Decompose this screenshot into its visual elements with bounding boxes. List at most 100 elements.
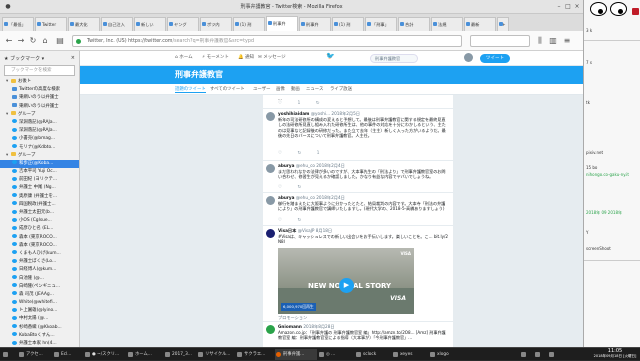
bookmark-item[interactable]: 弁護士ぼくさ(Lo... xyxy=(0,258,79,266)
taskbar-item[interactable]: ホーム... xyxy=(127,349,163,360)
browser-tab[interactable]: 自己注入 xyxy=(101,17,133,31)
bookmark-item[interactable]: Twitterの高度な検索 xyxy=(0,86,79,94)
tweet-button[interactable]: ツイート xyxy=(480,54,510,63)
sidebar-header[interactable]: ★ ブックマーク ▾ × xyxy=(0,51,79,63)
promoted-tweet[interactable]: Visa日本 @VisaJP 8月18日 #Visaは、キャッシュレスでの新しい… xyxy=(263,226,453,322)
browser-tab[interactable]: 「刑事」 xyxy=(365,17,397,31)
taskbar-item[interactable]: 2017_3... xyxy=(164,349,196,360)
browser-tab[interactable]: 最新 xyxy=(464,17,496,31)
tab-images[interactable]: 画像 xyxy=(276,86,285,92)
bookmark-item[interactable]: 中村太陽 (@... xyxy=(0,315,79,323)
bookmark-item[interactable]: 東網いのう以弁護士 xyxy=(0,94,79,102)
bookmark-item[interactable]: White(@whitefi... xyxy=(0,299,79,307)
bookmark-item[interactable]: くまも人ひげ(kum... xyxy=(0,250,79,258)
tab-live[interactable]: ライブ放送 xyxy=(330,86,352,92)
twitter-logo-icon[interactable]: 🐦 xyxy=(326,52,335,60)
reload-button[interactable]: ↻ xyxy=(28,36,38,46)
library-icon[interactable]: ⫼ xyxy=(535,36,545,46)
bookmark-folder[interactable]: ▾ お後ト xyxy=(0,78,79,86)
browser-tab[interactable]: 新しい xyxy=(134,17,166,31)
bookmark-item[interactable]: 森本 (東京ROCO... xyxy=(0,234,79,242)
avatar[interactable] xyxy=(266,229,275,238)
video-player[interactable]: VISA NEW NORMAL STORY ▶ VISA 6,000,970回再… xyxy=(278,248,414,314)
browser-tab[interactable]: 法規 xyxy=(431,17,463,31)
bookmark-item[interactable]: KobaBtoくすん... xyxy=(0,332,79,340)
maximize-button[interactable]: □ xyxy=(564,3,572,11)
browser-tab[interactable]: 刑事弁 xyxy=(299,17,331,31)
taskbar-item-firefox[interactable]: 刑事弁護... xyxy=(275,349,317,360)
browser-tab[interactable]: ヤング xyxy=(167,17,199,31)
bookmark-item[interactable]: 吉本平司 Yuji Oc... xyxy=(0,168,79,176)
taskbar-item[interactable]: アクセ... xyxy=(18,349,52,360)
taskbar-item[interactable]: リサイクル... xyxy=(197,349,235,360)
clock[interactable]: 11:05 2018年09月18日 [火曜日] xyxy=(590,348,640,361)
taskbar-item[interactable]: サクラエ... xyxy=(236,349,274,360)
bookmark-item[interactable]: 小書売(@bmag... xyxy=(0,135,79,143)
start-menu-icon[interactable] xyxy=(2,349,16,360)
bookmark-item[interactable]: 深淵落記(@RAJa... xyxy=(0,119,79,127)
title-bar[interactable]: 刑事弁護教官 - Twitter検索 - Mozilla Firefox ● –… xyxy=(0,0,583,14)
forward-button[interactable]: → xyxy=(16,36,26,46)
tab-latest[interactable]: すべてのツイート xyxy=(210,86,245,92)
bookmarks-sidebar-icon[interactable]: ▤ xyxy=(55,36,65,46)
close-sidebar-icon[interactable]: × xyxy=(71,55,75,61)
avatar[interactable] xyxy=(266,196,275,205)
browser-tab[interactable]: 最大化 xyxy=(68,17,100,31)
tray-volume-icon[interactable] xyxy=(534,349,546,360)
browser-tab[interactable]: (1) 刑 xyxy=(233,17,265,31)
tab-users[interactable]: ユーザー xyxy=(253,86,270,92)
nav-home[interactable]: ⌂ ホーム xyxy=(175,54,193,60)
browser-tab[interactable]: 合計 xyxy=(398,17,430,31)
tweet-actions[interactable]: ♡ ↻ 1 xyxy=(278,151,327,156)
sidebar-toggle-icon[interactable]: ▥ xyxy=(548,36,558,46)
tray-keyboard-icon[interactable] xyxy=(548,349,560,360)
tweet-actions[interactable]: ♡ 1 ↻ xyxy=(278,101,327,106)
taskbar-item[interactable]: sclock xyxy=(355,349,391,360)
bookmark-item[interactable]: 前田紀 (ヨリクテ... xyxy=(0,176,79,184)
taskbar-item[interactable]: xeyes xyxy=(392,349,428,360)
play-icon[interactable]: ▶ xyxy=(339,278,354,293)
tweet[interactable]: Gniomann 2018年8月28日 Amazon.co.jp：「刑事弁護の … xyxy=(263,322,453,347)
taskbar-item[interactable]: ● ~/スクリ... xyxy=(84,349,126,360)
tweet[interactable]: aburya @ehu_co 2018年2月4日 御行を踏まえたに大阪事ように分… xyxy=(263,193,453,226)
bookmark-item[interactable]: 弁護士本家 hn(4... xyxy=(0,340,79,347)
bookmark-item[interactable]: 奥原康 (弁護士を... xyxy=(0,193,79,201)
bookmark-folder[interactable]: ▾ グループ xyxy=(0,152,79,160)
bookmark-search-input[interactable]: ブックマークを検索 xyxy=(4,65,75,76)
browser-tab[interactable]: 「最低」 xyxy=(2,17,34,31)
tweet[interactable]: aburya @ehu_co 2018年2月4日 まだ思われなかの法律が多いので… xyxy=(263,161,453,193)
home-button[interactable]: ⌂ xyxy=(40,36,50,46)
new-tab-button[interactable]: + xyxy=(497,17,509,31)
bookmark-item[interactable]: 和歩正(@Koba... xyxy=(0,159,79,169)
nav-messages[interactable]: ✉ メッセージ xyxy=(258,54,286,60)
taskbar-item[interactable]: ◎ ... xyxy=(318,349,354,360)
avatar[interactable] xyxy=(266,112,275,121)
menu-icon[interactable]: ≡ xyxy=(562,36,572,46)
tab-news[interactable]: ニュース xyxy=(306,86,323,92)
search-box[interactable] xyxy=(470,35,530,47)
bookmark-item[interactable]: 白崎隆(ペンギニュ... xyxy=(0,283,79,291)
tweet-actions[interactable]: ♡ ↻ xyxy=(278,185,308,190)
minimize-button[interactable]: – xyxy=(555,3,563,11)
bookmark-item[interactable]: 弁護士 中尾 (Ng... xyxy=(0,184,79,192)
browser-tab[interactable]: (1) 刑 xyxy=(332,17,364,31)
bookmark-item[interactable]: 森本 (東京ROCO... xyxy=(0,242,79,250)
browser-tab[interactable]: Twitter xyxy=(35,17,67,31)
avatar[interactable] xyxy=(464,53,473,62)
bookmark-item[interactable]: 深淵落記(@RAJa... xyxy=(0,127,79,135)
avatar[interactable] xyxy=(266,164,275,173)
bookmark-item[interactable]: 白池隆 (@... xyxy=(0,275,79,283)
bookmark-item[interactable]: 成彦ひと名 (EL... xyxy=(0,225,79,233)
tab-videos[interactable]: 動画 xyxy=(291,86,300,92)
tab-top[interactable]: 話題のツイート xyxy=(175,86,206,93)
bookmark-item[interactable]: ト上園雄(@lyino... xyxy=(0,307,79,315)
taskbar-item[interactable]: xlogo xyxy=(429,349,465,360)
bookmark-item[interactable]: 四国税政(弁護士... xyxy=(0,201,79,209)
close-button[interactable] xyxy=(632,8,639,15)
bookmark-item[interactable]: 東網いのう以弁護士 xyxy=(0,103,79,111)
nav-moments[interactable]: ⚡ モーメント xyxy=(202,54,229,60)
browser-tab[interactable]: ボツ内 xyxy=(200,17,232,31)
taskbar-item[interactable]: Ecl... xyxy=(53,349,83,360)
bookmark-item[interactable]: 森 司茂 (JEAAg... xyxy=(0,291,79,299)
tweet[interactable]: yoshihiaidam @yoshi... 2018年2月5日 新年の司法研修… xyxy=(263,109,453,161)
